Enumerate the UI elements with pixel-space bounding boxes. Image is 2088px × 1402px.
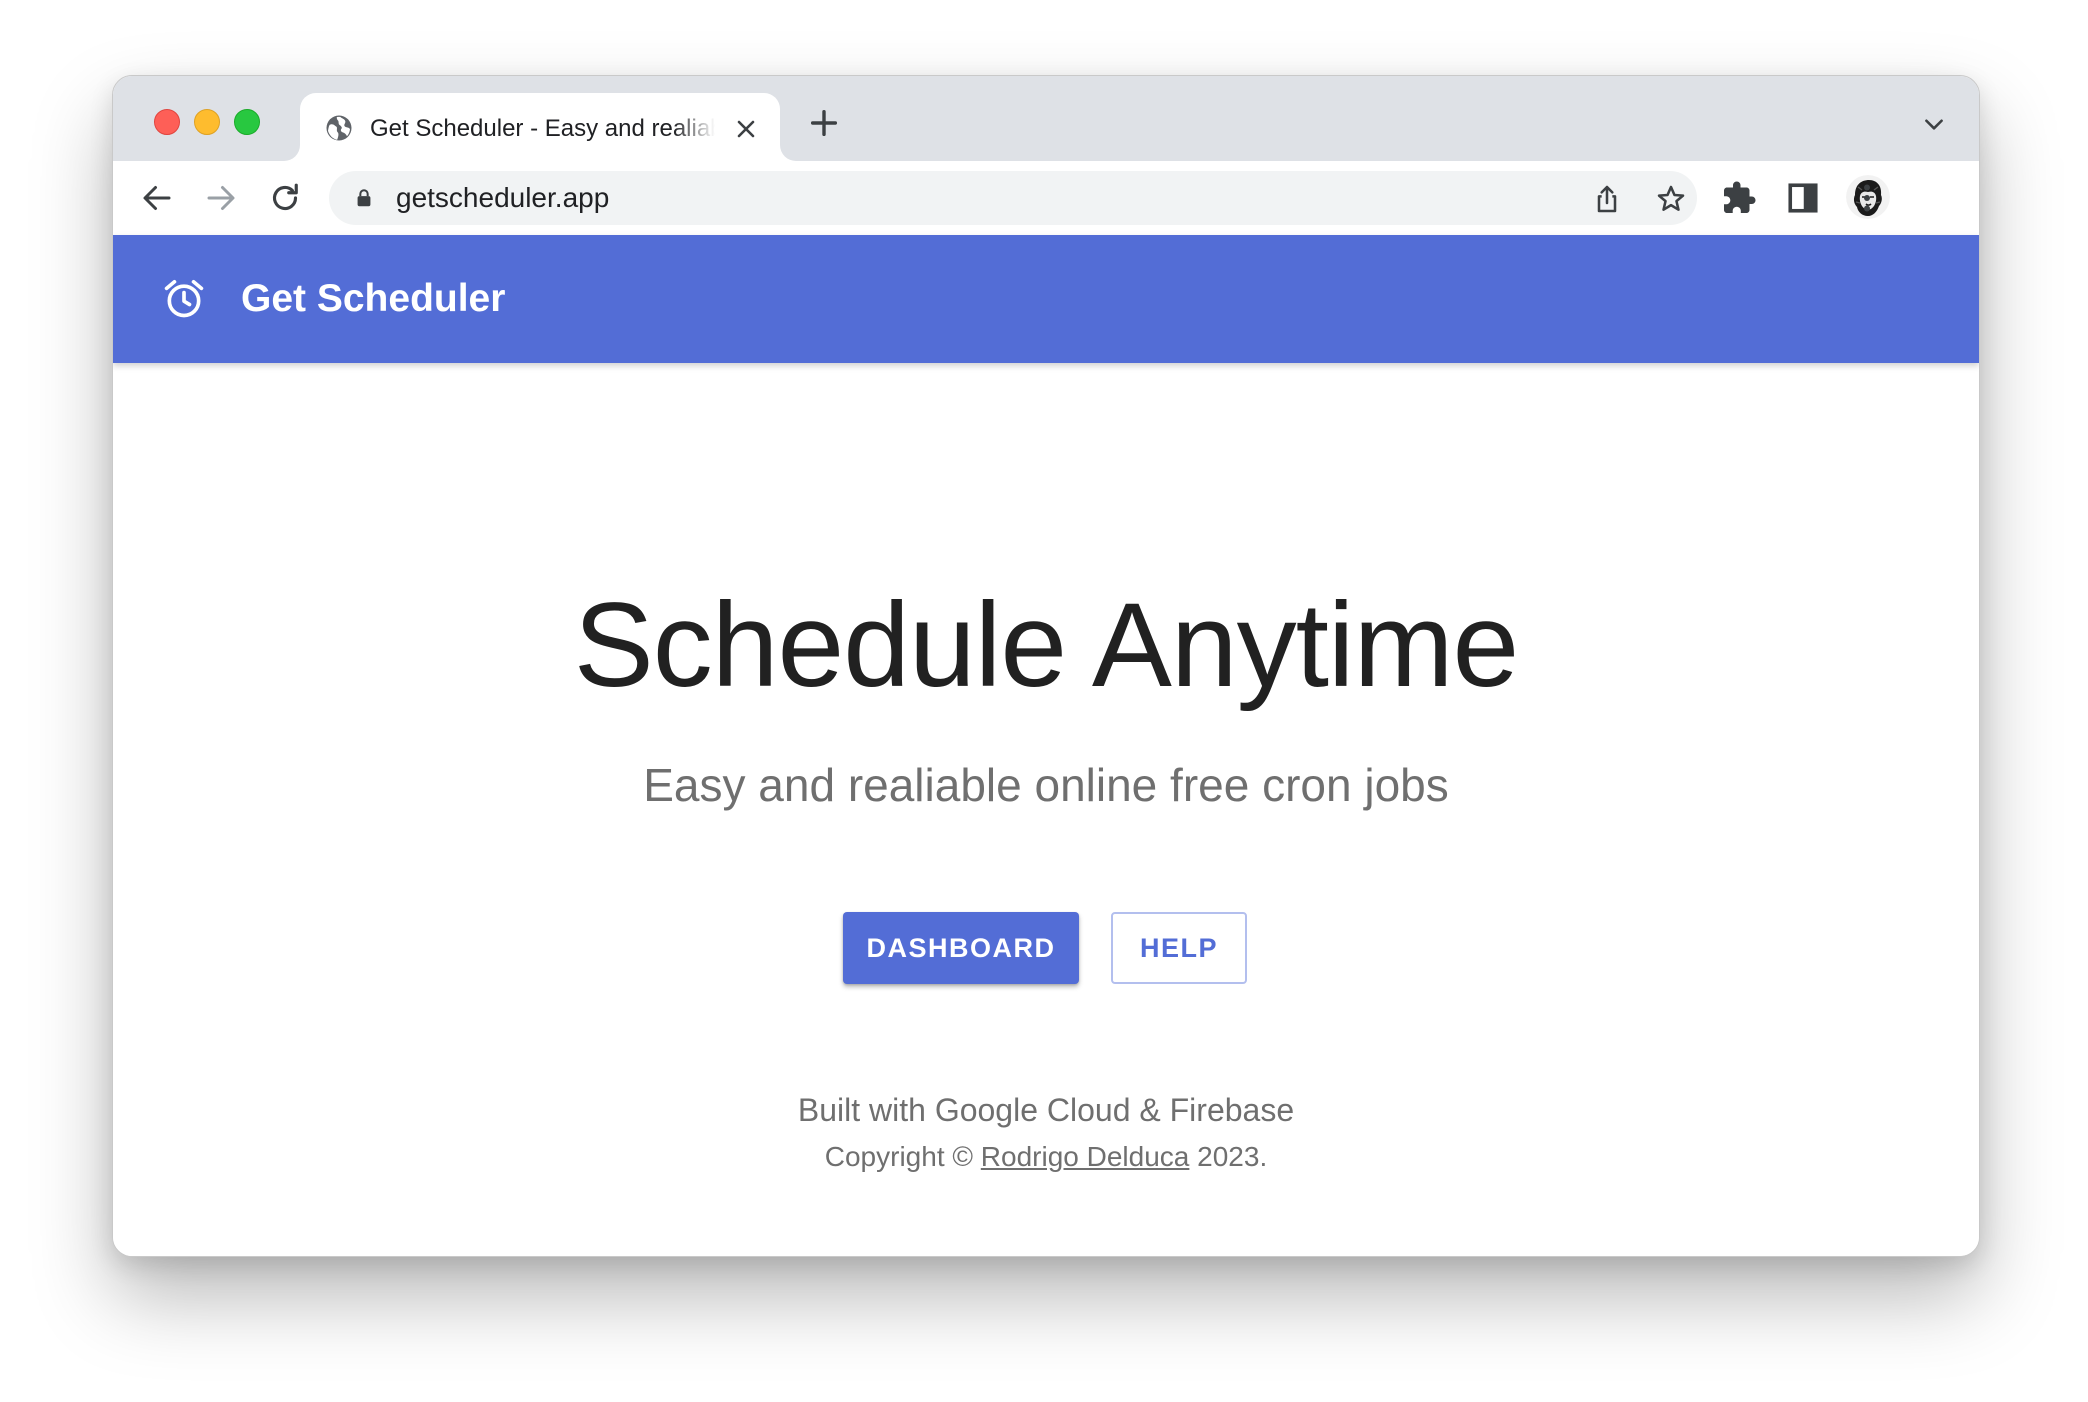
browser-toolbar: getscheduler.app <box>113 161 1979 236</box>
url-text[interactable]: getscheduler.app <box>396 182 609 214</box>
copyright-suffix: 2023. <box>1189 1141 1268 1172</box>
close-tab-icon[interactable] <box>732 115 760 143</box>
browser-window: Get Scheduler - Easy and realiable onlin… <box>112 75 1980 1257</box>
copyright-text: Copyright © Rodrigo Delduca 2023. <box>113 1139 1979 1175</box>
dashboard-button[interactable]: DASHBOARD <box>843 912 1079 984</box>
copyright-prefix: Copyright © <box>824 1141 981 1172</box>
side-panel-icon[interactable] <box>1785 180 1821 216</box>
bookmark-star-icon[interactable] <box>1655 183 1687 215</box>
help-button[interactable]: HELP <box>1111 912 1247 984</box>
built-with-text: Built with Google Cloud & Firebase <box>797 1092 1295 1128</box>
hero-subtitle: Easy and realiable online free cron jobs <box>643 759 1449 811</box>
address-bar[interactable]: getscheduler.app <box>329 171 1697 225</box>
screenshot-stage: Get Scheduler - Easy and realiable onlin… <box>0 0 2088 1402</box>
tab-strip: Get Scheduler - Easy and realiable onlin… <box>113 76 1979 161</box>
app-title[interactable]: Get Scheduler <box>241 277 505 321</box>
forward-icon[interactable] <box>203 180 239 216</box>
reload-icon[interactable] <box>267 180 303 216</box>
new-tab-icon[interactable] <box>807 106 841 140</box>
tab-search-chevron-icon[interactable] <box>1921 111 1947 137</box>
globe-icon <box>326 115 352 141</box>
maximize-window-button[interactable] <box>234 109 260 135</box>
close-window-button[interactable] <box>154 109 180 135</box>
hero-title: Schedule Anytime <box>573 578 1520 712</box>
back-icon[interactable] <box>139 180 175 216</box>
main-content: Schedule Anytime Easy and realiable onli… <box>113 363 1979 1256</box>
app-header: Get Scheduler <box>113 235 1979 363</box>
active-tab[interactable]: Get Scheduler - Easy and realiable onlin… <box>300 93 780 161</box>
alarm-clock-icon[interactable] <box>162 277 206 321</box>
extensions-icon[interactable] <box>1721 180 1757 216</box>
author-link[interactable]: Rodrigo Delduca <box>981 1141 1190 1172</box>
share-icon[interactable] <box>1591 183 1623 215</box>
menu-icon[interactable] <box>1849 180 1885 216</box>
lock-icon[interactable] <box>353 187 375 209</box>
tab-title: Get Scheduler - Easy and realiable onlin… <box>370 115 715 142</box>
minimize-window-button[interactable] <box>194 109 220 135</box>
